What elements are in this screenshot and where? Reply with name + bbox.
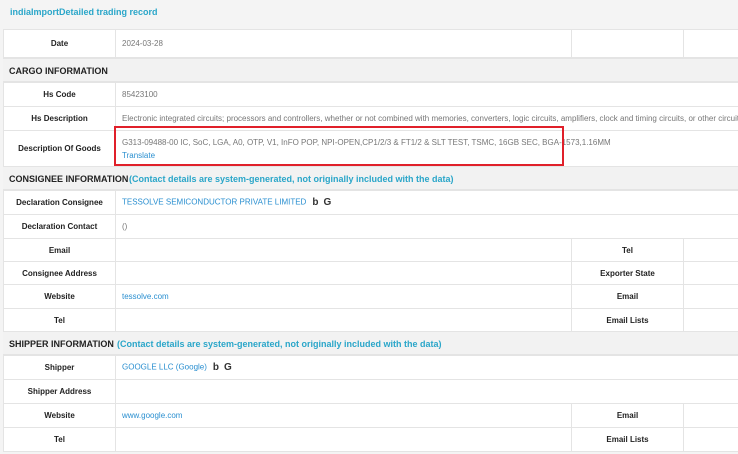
date-value: 2024-03-28 (115, 29, 572, 58)
email-value (683, 403, 738, 428)
tel-label: Tel (571, 238, 684, 262)
email-lists-value (682, 308, 738, 332)
website-label: Website (3, 403, 116, 428)
table-row: Consignee Address Exporter State (3, 261, 738, 285)
shipper-table: Shipper GOOGLE LLC (Google) b G Shipper Ad… (3, 355, 738, 452)
shipper-label: Shipper (3, 355, 116, 380)
exporter-state-value (682, 261, 738, 285)
table-row: Declaration Contact () (3, 214, 738, 239)
tel-label: Tel (3, 308, 116, 332)
website-label: Website (3, 284, 116, 309)
empty-cell (683, 29, 738, 58)
shipper-section-note: (Contact details are system-generated, n… (117, 339, 442, 349)
shipper-section-header: SHIPPER INFORMATION (Contact details are… (3, 331, 738, 355)
declaration-consignee-cell: TESSOLVE SEMICONDUCTOR PRIVATE LIMITED b G (114, 190, 738, 215)
hs-description-label: Hs Description (3, 106, 116, 131)
email-label: Email (3, 238, 116, 262)
shipper-section-title: SHIPPER INFORMATION (9, 339, 114, 349)
table-row: Declaration Consignee TESSOLVE SEMICONDU… (3, 190, 738, 215)
google-icon[interactable]: G (224, 362, 232, 373)
declaration-contact-label: Declaration Contact (3, 214, 116, 239)
trading-record-page: indiaImportDetailed trading record Date … (0, 0, 738, 454)
consignee-address-value (115, 261, 572, 285)
date-label: Date (3, 29, 116, 58)
email-label: Email (571, 284, 684, 309)
hs-code-value: 85423100 (115, 82, 738, 107)
cargo-section-header: CARGO INFORMATION (3, 58, 738, 82)
email-lists-label: Email Lists (571, 427, 684, 452)
table-row: Hs Code 85423100 (3, 82, 738, 107)
date-table: Date 2024-03-28 (3, 29, 738, 58)
table-row: Website tessolve.com Email (3, 284, 738, 309)
declaration-consignee-value[interactable]: TESSOLVE SEMICONDUCTOR PRIVATE LIMITED (122, 198, 306, 207)
exporter-state-label: Exporter State (571, 261, 684, 285)
shipper-address-label: Shipper Address (3, 379, 116, 404)
consignee-section-note: (Contact details are system-generated, n… (129, 174, 454, 184)
table-row: Date 2024-03-28 (3, 29, 738, 58)
email-label: Email (571, 403, 684, 428)
tel-value (682, 238, 738, 262)
tel-value (115, 427, 572, 452)
highlight-box (114, 126, 564, 166)
table-row: Tel Email Lists (3, 427, 738, 452)
email-value (115, 238, 572, 262)
bing-icon[interactable]: b (213, 362, 219, 373)
shipper-value[interactable]: GOOGLE LLC (Google) (122, 363, 207, 372)
bing-icon[interactable]: b (312, 197, 318, 208)
table-row: Email Tel (3, 238, 738, 262)
email-lists-label: Email Lists (571, 308, 684, 332)
website-link[interactable]: www.google.com (115, 403, 572, 428)
declaration-consignee-label: Declaration Consignee (3, 190, 116, 215)
website-link[interactable]: tessolve.com (115, 284, 572, 309)
table-row: Shipper Address (3, 379, 738, 404)
shipper-cell: GOOGLE LLC (Google) b G (115, 355, 738, 380)
tel-value (115, 308, 572, 332)
page-title: indiaImportDetailed trading record (10, 7, 158, 17)
consignee-section-header: CONSIGNEE INFORMATION (Contact details a… (3, 166, 738, 190)
cargo-section-title: CARGO INFORMATION (9, 66, 108, 76)
google-icon[interactable]: G (323, 197, 331, 208)
empty-cell (571, 29, 684, 58)
table-row: Shipper GOOGLE LLC (Google) b G (3, 355, 738, 380)
tel-label: Tel (3, 427, 116, 452)
hs-code-label: Hs Code (3, 82, 116, 107)
table-row: Website www.google.com Email (3, 403, 738, 428)
goods-description-label: Description Of Goods (3, 130, 116, 167)
email-lists-value (683, 427, 738, 452)
consignee-table: Declaration Consignee TESSOLVE SEMICONDU… (3, 190, 738, 332)
consignee-section-title: CONSIGNEE INFORMATION (9, 174, 129, 184)
declaration-contact-value: () (114, 214, 738, 239)
email-value (682, 284, 738, 309)
shipper-address-value (115, 379, 738, 404)
table-row: Tel Email Lists (3, 308, 738, 332)
consignee-address-label: Consignee Address (3, 261, 116, 285)
